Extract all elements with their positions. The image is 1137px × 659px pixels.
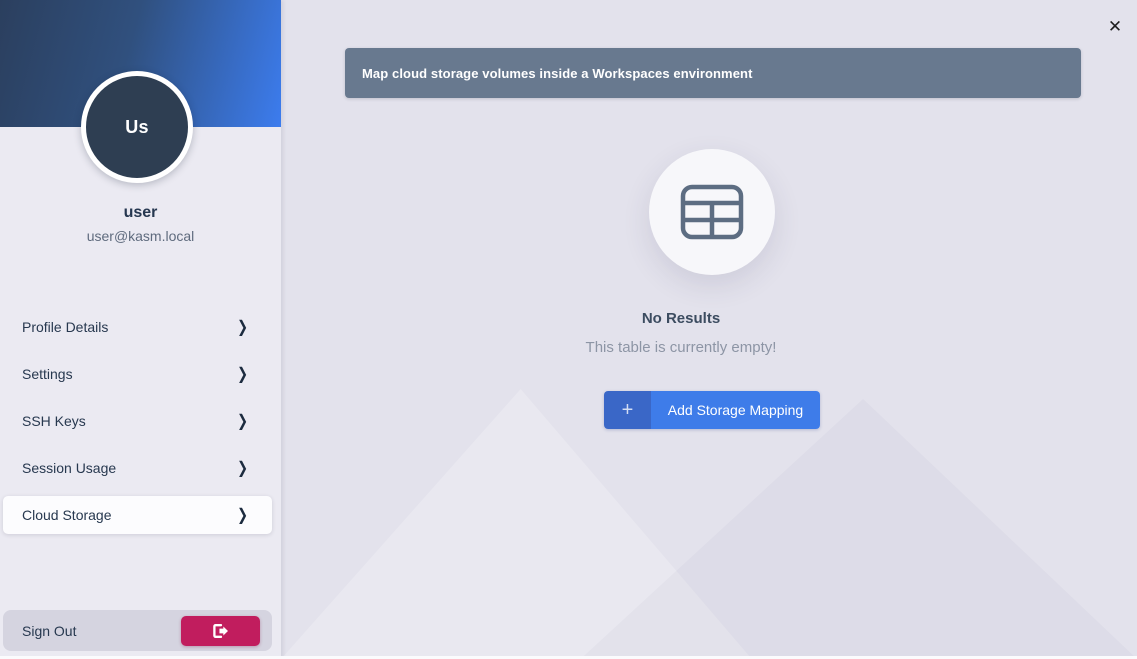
sidebar-menu: Profile Details ❯ Settings ❯ SSH Keys ❯ … (0, 308, 281, 543)
avatar: Us (81, 71, 193, 183)
close-icon[interactable]: ✕ (1103, 15, 1127, 39)
add-storage-mapping-label: Add Storage Mapping (651, 391, 820, 429)
background-texture (281, 399, 1137, 659)
sidebar-item-cloud-storage[interactable]: Cloud Storage ❯ (3, 496, 272, 534)
sidebar-item-session-usage[interactable]: Session Usage ❯ (3, 449, 272, 487)
sign-out-icon (213, 624, 229, 638)
sidebar-item-label: Cloud Storage (22, 507, 112, 523)
sign-out-row[interactable]: Sign Out (3, 610, 272, 651)
profile-sidebar: Us user user@kasm.local Profile Details … (0, 0, 281, 659)
sign-out-label: Sign Out (22, 623, 76, 639)
avatar-initials: Us (125, 117, 149, 138)
empty-state-subtitle: This table is currently empty! (281, 339, 1081, 356)
cloud-storage-panel: ✕ Map cloud storage volumes inside a Wor… (281, 0, 1137, 659)
empty-state-circle (649, 149, 775, 275)
sidebar-item-label: Session Usage (22, 460, 116, 476)
sidebar-item-profile-details[interactable]: Profile Details ❯ (3, 308, 272, 346)
chevron-right-icon: ❯ (237, 505, 248, 525)
profile-modal: Us user user@kasm.local Profile Details … (0, 0, 1137, 659)
table-icon (680, 184, 744, 240)
banner-text: Map cloud storage volumes inside a Works… (362, 66, 753, 81)
sidebar-item-label: Profile Details (22, 319, 108, 335)
plus-icon: + (604, 391, 651, 429)
sidebar-item-ssh-keys[interactable]: SSH Keys ❯ (3, 402, 272, 440)
banner-header: Map cloud storage volumes inside a Works… (345, 48, 1081, 98)
chevron-right-icon: ❯ (237, 411, 248, 431)
chevron-right-icon: ❯ (237, 317, 248, 337)
sidebar-item-label: Settings (22, 366, 73, 382)
sidebar-item-label: SSH Keys (22, 413, 86, 429)
sign-out-button[interactable] (181, 616, 260, 646)
chevron-right-icon: ❯ (237, 364, 248, 384)
user-email: user@kasm.local (0, 228, 281, 244)
username: user (0, 204, 281, 222)
empty-state-title: No Results (281, 310, 1081, 327)
add-storage-mapping-button[interactable]: + Add Storage Mapping (604, 391, 820, 429)
sidebar-item-settings[interactable]: Settings ❯ (3, 355, 272, 393)
chevron-right-icon: ❯ (237, 458, 248, 478)
